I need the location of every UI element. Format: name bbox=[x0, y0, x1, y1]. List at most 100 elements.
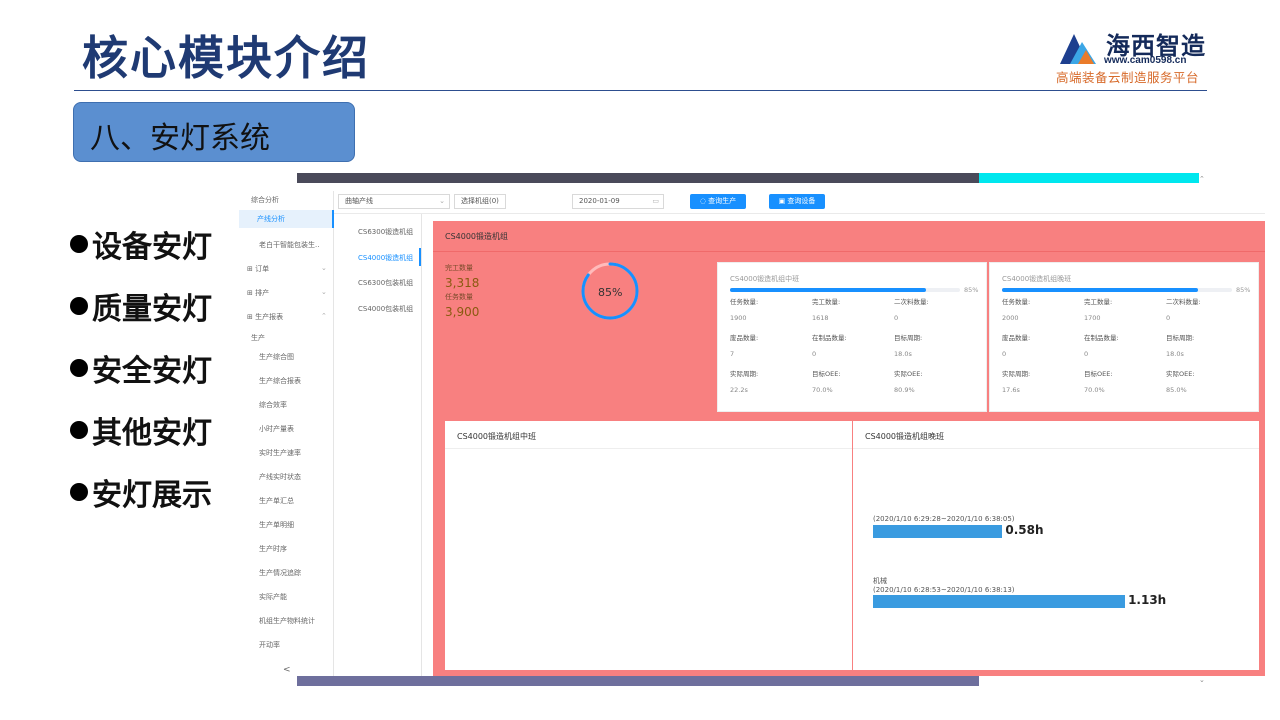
stat-value: 0 bbox=[1084, 350, 1089, 358]
stat-label: 完工数量: bbox=[1084, 298, 1113, 306]
calendar-icon: ▭ bbox=[652, 197, 659, 205]
machine-panel: CS4000锻造机组 完工数量 3,318 任务数量 3,900 85% CS4… bbox=[433, 221, 1265, 676]
shift-card-title: CS4000锻造机组晚班 bbox=[1002, 275, 1072, 283]
stat-label: 废品数量: bbox=[730, 334, 759, 342]
stat-label: 在制品数量: bbox=[1084, 334, 1119, 342]
stat-label: 二次料数量: bbox=[1166, 298, 1201, 306]
header-divider bbox=[74, 90, 1207, 91]
app-screenshot: 综合分析 产线分析 老白干智能包装生.. ⊞ 订单 ⌄ ⊞ 排产 ⌄ ⊞ 生产报… bbox=[237, 173, 1265, 688]
sidebar-item[interactable]: 产线实时状态 bbox=[259, 472, 301, 482]
chevron-down-icon: ⌄ bbox=[321, 264, 327, 272]
bullet-dot-icon bbox=[70, 297, 88, 315]
shift-progress-bar bbox=[730, 288, 960, 292]
sidebar-item[interactable]: 实时生产速率 bbox=[259, 448, 301, 458]
sidebar-item[interactable]: 生产综合图 bbox=[259, 352, 294, 362]
app-toolbar: 曲轴产线 ⌄ 选择机组(0) 2020-01-09 ▭ ◌ 查询生产 ▣ 查询设备 bbox=[334, 191, 1265, 214]
shift-card-title: CS4000锻造机组中班 bbox=[730, 275, 800, 283]
sidebar-item-active[interactable]: 产线分析 bbox=[239, 210, 334, 228]
section-label: 八、安灯系统 bbox=[73, 102, 355, 162]
stat-label: 二次料数量: bbox=[894, 298, 929, 306]
chevron-down-icon: ⌄ bbox=[321, 288, 327, 296]
shift-progress-fill bbox=[730, 288, 926, 292]
bullet-item: 设备安灯 bbox=[70, 222, 212, 284]
sidebar-item[interactable]: 开动率 bbox=[259, 640, 280, 650]
subnav-item-active[interactable]: CS4000锻造机组 bbox=[358, 253, 413, 263]
stat-label: 实际周期: bbox=[730, 370, 759, 378]
stat-label: 在制品数量: bbox=[812, 334, 847, 342]
subnav-item[interactable]: CS4000包装机组 bbox=[358, 304, 413, 314]
sidebar-item[interactable]: 实际产能 bbox=[259, 592, 287, 602]
stat-value: 0 bbox=[1002, 350, 1007, 358]
bar-value-label: 1.13h bbox=[1128, 593, 1167, 607]
app-sidebar: 综合分析 产线分析 老白干智能包装生.. ⊞ 订单 ⌄ ⊞ 排产 ⌄ ⊞ 生产报… bbox=[237, 191, 334, 676]
sidebar-item[interactable]: ⊞ 排产 bbox=[247, 288, 269, 298]
sidebar-item[interactable]: 机组生产物料统计 bbox=[259, 616, 315, 626]
logo: 海西智造 www.cam0598.cn 高端装备云制造服务平台 bbox=[1056, 26, 1216, 86]
logo-slogan: 高端装备云制造服务平台 bbox=[1056, 70, 1200, 85]
sidebar-group-label: 综合分析 bbox=[251, 196, 279, 204]
bullet-dot-icon bbox=[70, 359, 88, 377]
stat-label: 目标OEE: bbox=[1084, 370, 1113, 378]
stat-value: 70.0% bbox=[812, 386, 833, 394]
done-value: 3,318 bbox=[445, 276, 480, 290]
stat-value: 22.2s bbox=[730, 386, 748, 394]
stat-label: 完工数量: bbox=[812, 298, 841, 306]
stat-value: 0 bbox=[812, 350, 817, 358]
shift-card-night: CS4000锻造机组晚班 85% 任务数量: 2000 完工数量: 1700 二次料数量… bbox=[989, 262, 1259, 412]
scroll-down-icon[interactable]: ⌄ bbox=[1199, 676, 1205, 684]
stat-value: 70.0% bbox=[1084, 386, 1105, 394]
machine-subnav: CS6300锻造机组 CS4000锻造机组 CS6300包装机组 CS4000包… bbox=[334, 214, 422, 676]
chart-divider bbox=[853, 448, 1259, 449]
sidebar-item[interactable]: 小时产量表 bbox=[259, 424, 294, 434]
stat-label: 任务数量: bbox=[730, 298, 759, 306]
stat-value: 2000 bbox=[1002, 314, 1019, 322]
scroll-up-icon[interactable]: ⌃ bbox=[1199, 175, 1205, 183]
stat-label: 实际OEE: bbox=[894, 370, 923, 378]
stat-value: 1900 bbox=[730, 314, 747, 322]
stat-label: 实际OEE: bbox=[1166, 370, 1195, 378]
stat-value: 18.0s bbox=[894, 350, 912, 358]
section-label-text: 八、安灯系统 bbox=[90, 121, 270, 156]
stat-value: 1700 bbox=[1084, 314, 1101, 322]
bullet-list: 设备安灯 质量安灯 安全安灯 其他安灯 安灯展示 bbox=[70, 222, 212, 532]
shift-card-mid: CS4000锻造机组中班 85% 任务数量: 1900 完工数量: 1618 二次料数量… bbox=[717, 262, 987, 412]
gauge-percent: 85% bbox=[598, 286, 623, 299]
machine-select[interactable]: 选择机组(0) bbox=[454, 194, 506, 209]
stat-label: 实际周期: bbox=[1002, 370, 1031, 378]
page-title: 核心模块介绍 bbox=[82, 31, 370, 85]
subnav-item[interactable]: CS6300锻造机组 bbox=[358, 227, 413, 237]
task-label: 任务数量 bbox=[445, 293, 473, 301]
logo-mark-icon bbox=[1060, 34, 1096, 64]
sidebar-item[interactable]: 生产单汇总 bbox=[259, 496, 294, 506]
chart-title: CS4000锻造机组晚班 bbox=[865, 432, 945, 441]
window-strip-bottom bbox=[297, 676, 979, 686]
stat-label: 目标OEE: bbox=[812, 370, 841, 378]
sidebar-item[interactable]: 生产情况追踪 bbox=[259, 568, 301, 578]
query-production-button[interactable]: ◌ 查询生产 bbox=[690, 194, 746, 209]
subnav-item[interactable]: CS6300包装机组 bbox=[358, 278, 413, 288]
stat-value: 7 bbox=[730, 350, 735, 358]
logo-url: www.cam0598.cn bbox=[1104, 55, 1187, 66]
sidebar-item[interactable]: 老白干智能包装生.. bbox=[259, 240, 319, 250]
bullet-item: 其他安灯 bbox=[70, 408, 212, 470]
sidebar-item[interactable]: 生产时序 bbox=[259, 544, 287, 554]
line-select[interactable]: 曲轴产线 ⌄ bbox=[338, 194, 450, 209]
stat-value: 0 bbox=[894, 314, 899, 322]
shift-progress-text: 85% bbox=[1236, 286, 1251, 294]
stat-value: 85.0% bbox=[1166, 386, 1187, 394]
stat-label: 任务数量: bbox=[1002, 298, 1031, 306]
sidebar-item[interactable]: ⊞ 生产报表 bbox=[247, 312, 283, 322]
stat-label: 目标周期: bbox=[894, 334, 923, 342]
sidebar-item[interactable]: 生产单明细 bbox=[259, 520, 294, 530]
sidebar-item[interactable]: 生产综合报表 bbox=[259, 376, 301, 386]
sidebar-item[interactable]: ⊞ 订单 bbox=[247, 264, 269, 274]
date-picker[interactable]: 2020-01-09 ▭ bbox=[572, 194, 664, 209]
sidebar-item[interactable]: 综合效率 bbox=[259, 400, 287, 410]
window-strip-top-cyan bbox=[979, 173, 1199, 183]
query-device-button[interactable]: ▣ 查询设备 bbox=[769, 194, 825, 209]
shift-progress-fill bbox=[1002, 288, 1198, 292]
sidebar-collapse-button[interactable]: < bbox=[283, 665, 291, 675]
bar-category-label: 机械 (2020/1/10 6:28:53~2020/1/10 6:38:13) bbox=[873, 577, 1015, 594]
stat-label: 目标周期: bbox=[1166, 334, 1195, 342]
bar-mark bbox=[873, 595, 1126, 608]
